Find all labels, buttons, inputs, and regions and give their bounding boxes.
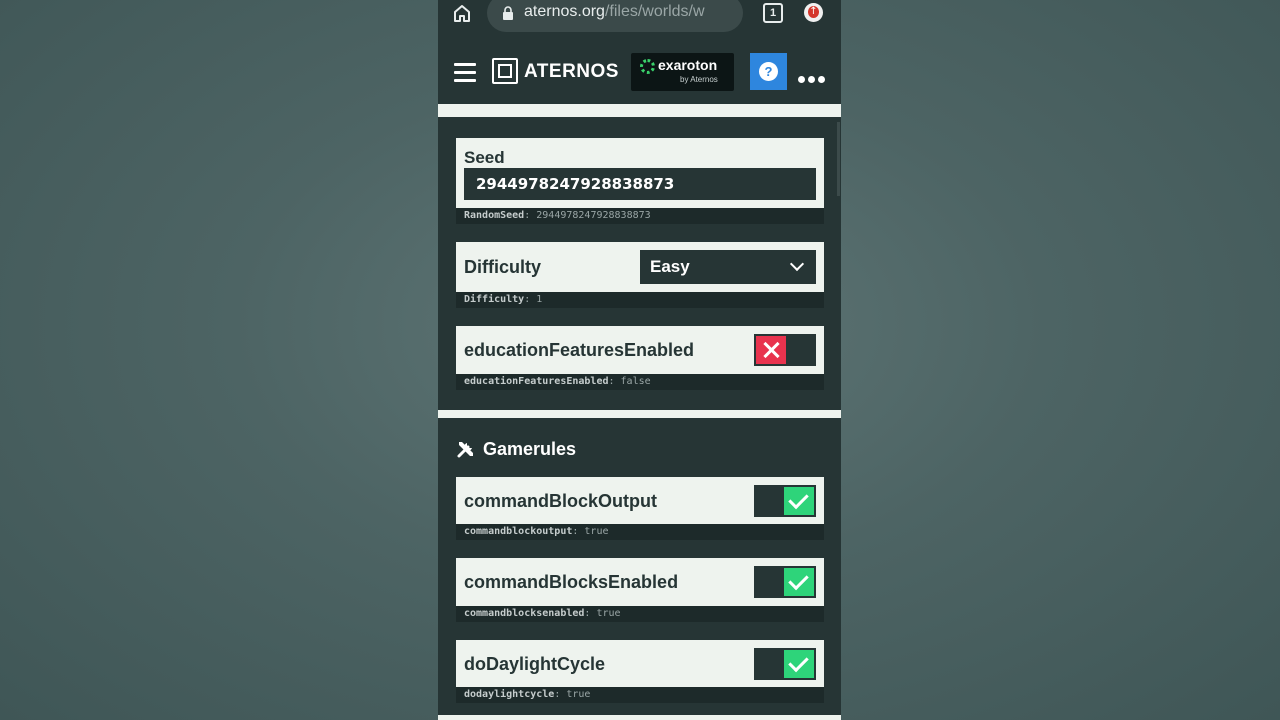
exaroton-banner[interactable]: exaroton by Aternos <box>631 53 734 91</box>
education-features-setting: educationFeaturesEnabled <box>456 326 824 374</box>
section-divider <box>438 410 841 418</box>
site-header: ATERNOS exaroton by Aternos ? <box>438 34 841 104</box>
seed-meta-key: RandomSeed <box>464 210 525 221</box>
gamerule-item: commandBlockOutput <box>456 477 824 524</box>
difficulty-setting: Difficulty Easy <box>456 242 824 292</box>
toggle-knob <box>784 568 814 596</box>
question-icon: ? <box>759 62 778 81</box>
phone-screen: aternos.org/files/worlds/w 1 ↑ ATERNOS e… <box>438 0 841 720</box>
check-icon <box>788 488 809 510</box>
gamerule-label: commandBlockOutput <box>464 491 658 511</box>
seed-label: Seed <box>464 148 505 167</box>
gamerule-meta-value: : true <box>554 689 591 700</box>
command-block-output-toggle[interactable] <box>754 485 816 517</box>
difficulty-label: Difficulty <box>464 257 542 277</box>
hamburger-menu-icon[interactable] <box>454 63 476 82</box>
command-blocks-enabled-toggle[interactable] <box>754 566 816 598</box>
check-icon <box>788 569 809 591</box>
site-logo-text[interactable]: ATERNOS <box>524 61 619 83</box>
education-features-label: educationFeaturesEnabled <box>464 340 695 360</box>
gamerule-meta-key: commandblockoutput <box>464 526 573 537</box>
url-domain: aternos.org <box>524 3 605 20</box>
difficulty-select[interactable]: Easy <box>640 250 816 284</box>
gamerule-meta: commandblocksenabled: true <box>456 606 824 622</box>
seed-input[interactable] <box>464 168 816 200</box>
browser-toolbar: aternos.org/files/worlds/w 1 ↑ <box>438 0 841 34</box>
do-daylight-cycle-toggle[interactable] <box>754 648 816 680</box>
gamerule-item: commandBlocksEnabled <box>456 558 824 606</box>
update-icon[interactable]: ↑ <box>804 3 823 22</box>
section-divider <box>438 104 841 117</box>
gamerule-label: doDaylightCycle <box>464 654 606 674</box>
seed-meta: RandomSeed: 2944978247928838873 <box>456 208 824 224</box>
education-features-toggle[interactable] <box>754 334 816 366</box>
exaroton-brand: exaroton <box>658 57 718 73</box>
more-options-icon[interactable] <box>798 68 828 83</box>
gamerule-meta-value: : true <box>572 526 609 537</box>
help-button[interactable]: ? <box>750 53 787 90</box>
gamerules-title: Gamerules <box>483 439 577 459</box>
x-icon <box>761 340 781 360</box>
url-path: /files/worlds/w <box>604 3 705 20</box>
difficulty-meta-value: : 1 <box>524 294 543 305</box>
tab-switcher-button[interactable]: 1 <box>763 3 783 23</box>
tools-icon <box>457 442 473 458</box>
toggle-knob <box>756 336 786 364</box>
exaroton-subtitle: by Aternos <box>680 75 718 84</box>
education-meta-key: educationFeaturesEnabled <box>464 376 609 387</box>
chevron-down-icon <box>789 256 805 272</box>
exaroton-gear-icon <box>640 59 655 74</box>
address-bar[interactable]: aternos.org/files/worlds/w <box>487 0 743 32</box>
url-text: aternos.org/files/worlds/w <box>524 3 724 23</box>
lock-icon <box>503 6 513 20</box>
education-features-meta: educationFeaturesEnabled: false <box>456 374 824 390</box>
toggle-knob <box>784 487 814 515</box>
aternos-logo-icon[interactable] <box>492 58 518 84</box>
section-divider <box>438 715 841 720</box>
gamerule-label: commandBlocksEnabled <box>464 572 679 592</box>
toggle-knob <box>784 650 814 678</box>
gamerule-meta: commandblockoutput: true <box>456 524 824 540</box>
seed-setting: Seed <box>456 138 824 208</box>
scrollbar[interactable] <box>837 122 840 196</box>
gamerule-meta-key: commandblocksenabled <box>464 608 585 619</box>
gamerule-meta-value: : true <box>584 608 621 619</box>
gamerule-meta: dodaylightcycle: true <box>456 687 824 703</box>
home-icon[interactable] <box>452 3 472 23</box>
check-icon <box>788 651 809 673</box>
seed-meta-value: : 2944978247928838873 <box>524 210 651 221</box>
difficulty-meta-key: Difficulty <box>464 294 525 305</box>
difficulty-meta: Difficulty: 1 <box>456 292 824 308</box>
gamerule-item: doDaylightCycle <box>456 640 824 687</box>
education-meta-value: : false <box>608 376 651 387</box>
gamerule-meta-key: dodaylightcycle <box>464 689 555 700</box>
difficulty-selected-value: Easy <box>650 257 690 276</box>
